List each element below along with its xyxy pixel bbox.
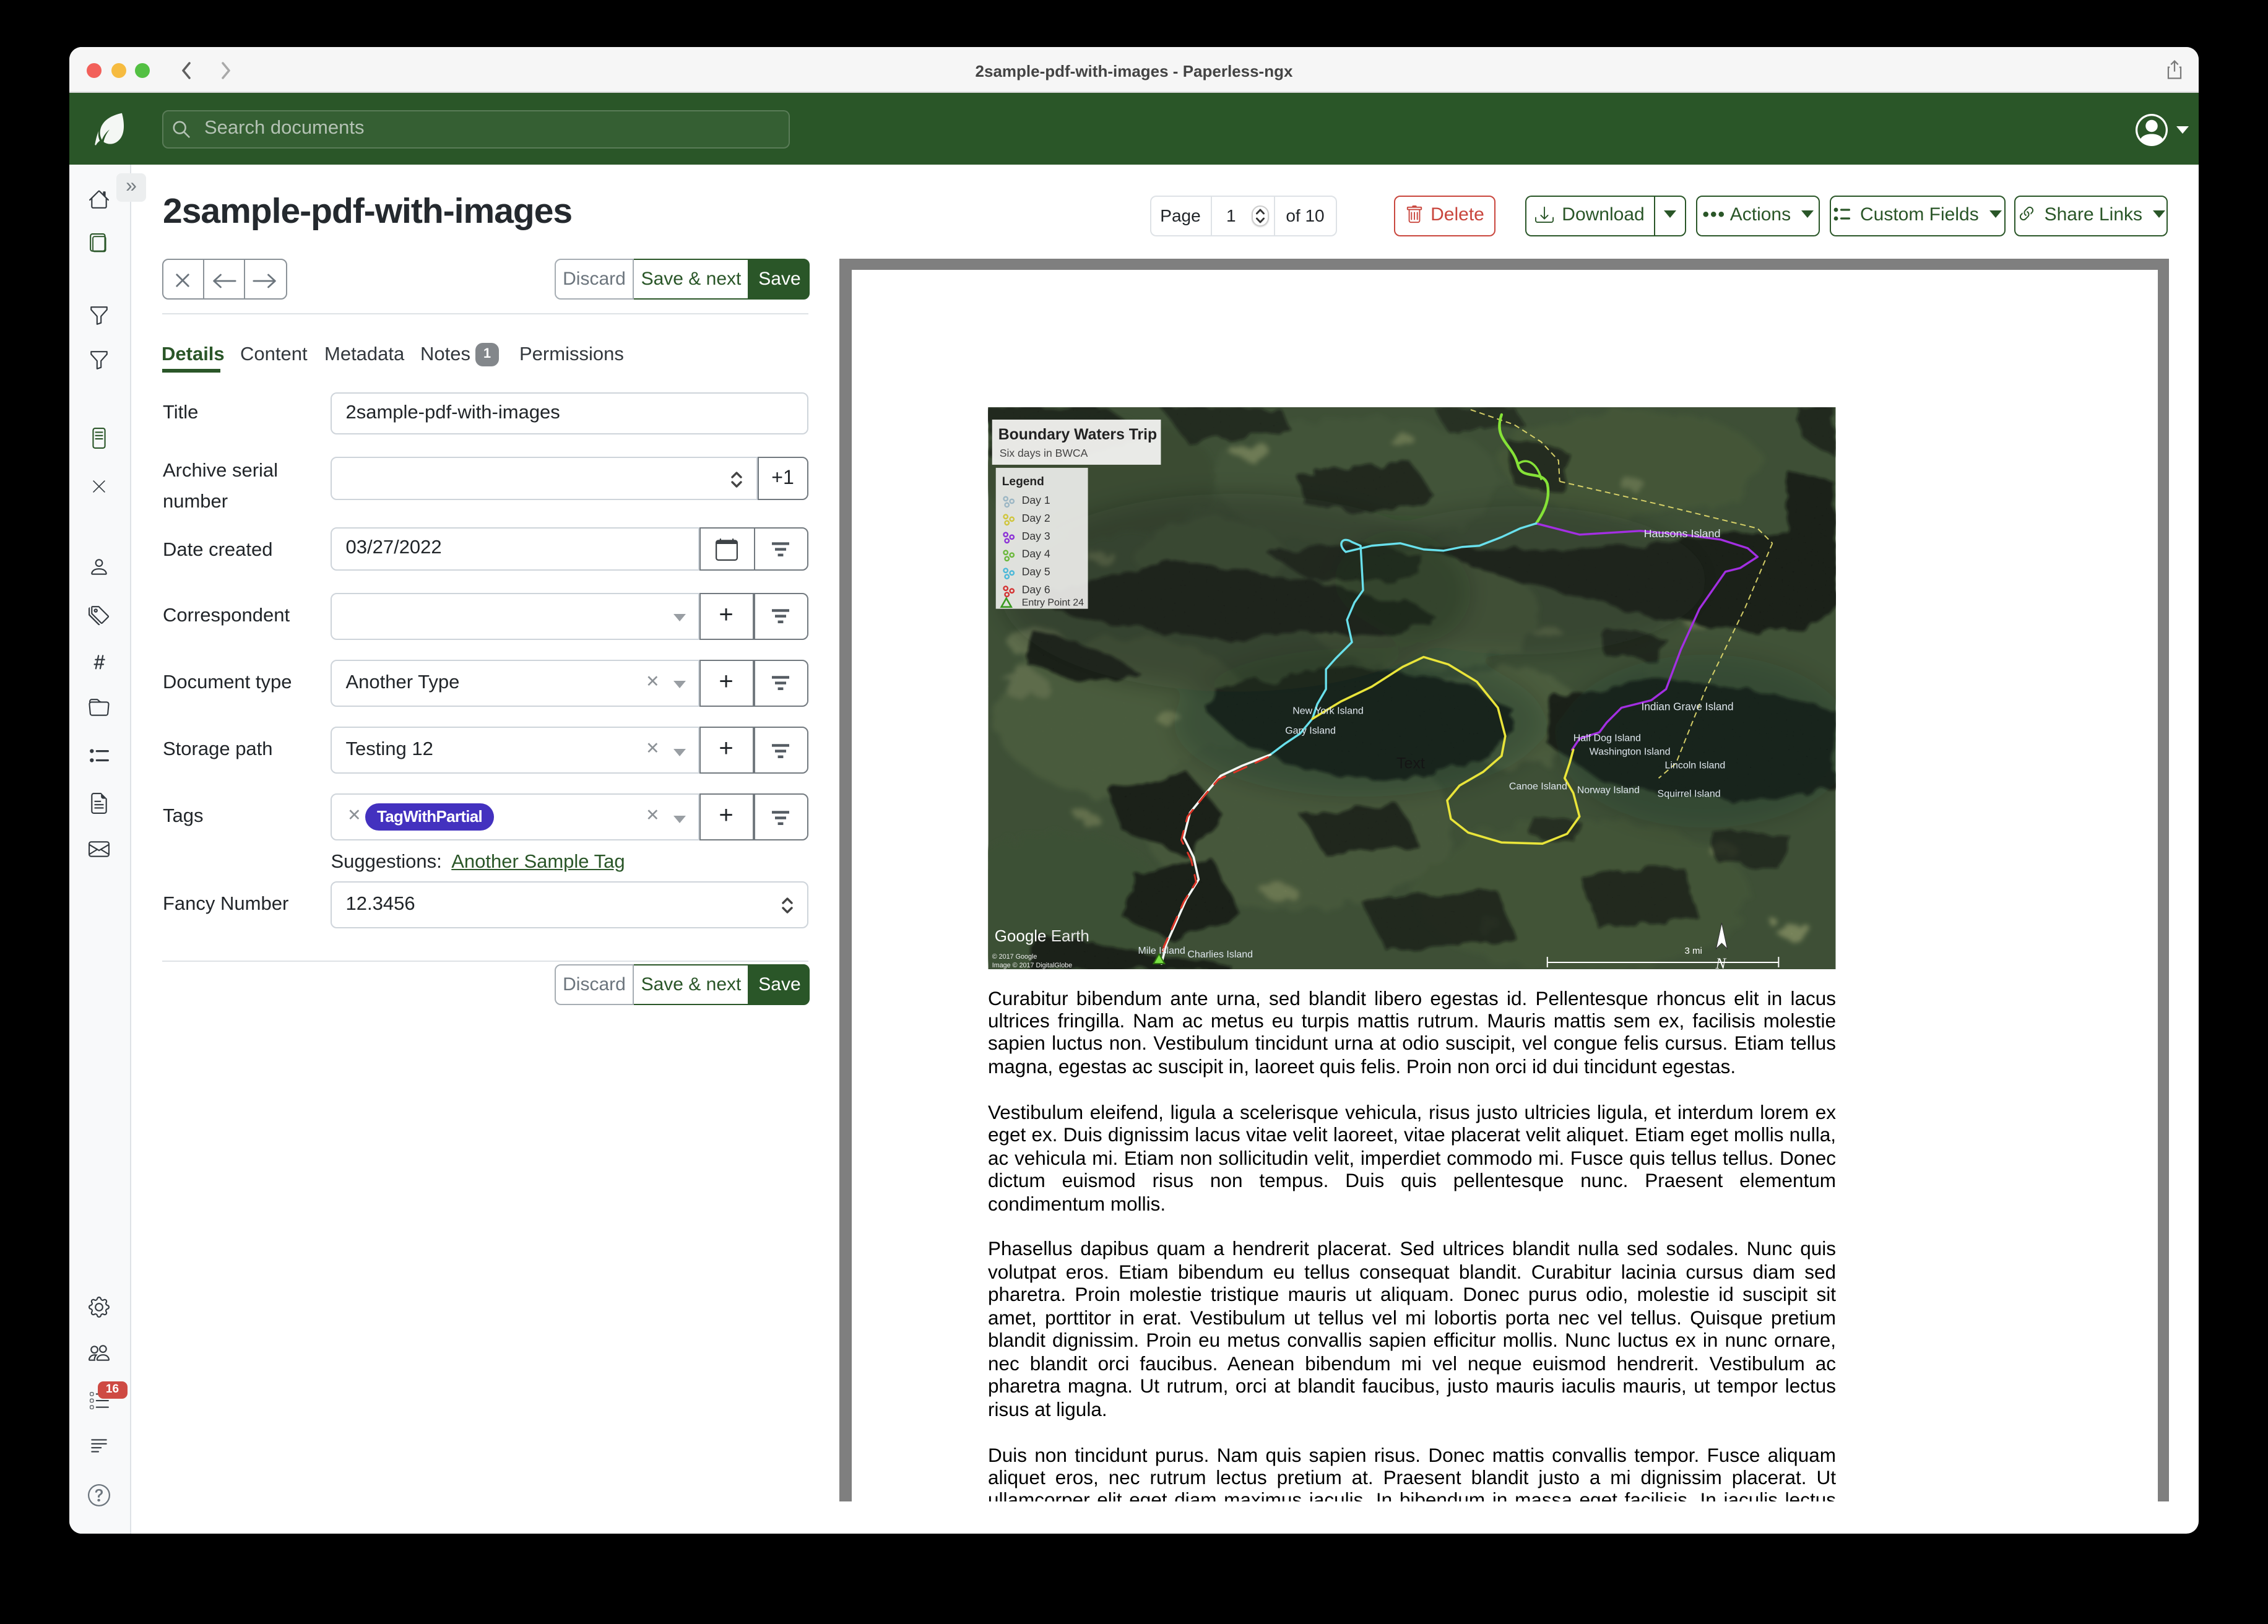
svg-text:New York Island: New York Island — [1292, 705, 1364, 715]
svg-text:Charlies Island: Charlies Island — [1187, 949, 1253, 959]
svg-text:Indian Grave Island: Indian Grave Island — [1642, 699, 1734, 712]
svg-text:Half Dog Island: Half Dog Island — [1573, 732, 1641, 743]
svg-text:Day 1: Day 1 — [1022, 493, 1050, 506]
svg-text:3 mi: 3 mi — [1685, 945, 1702, 956]
svg-text:Boundary Waters Trip: Boundary Waters Trip — [998, 426, 1157, 443]
svg-text:Washington Island: Washington Island — [1590, 746, 1671, 756]
svg-text:Hausons Island: Hausons Island — [1644, 527, 1721, 539]
svg-text:Squirrel Island: Squirrel Island — [1658, 788, 1721, 798]
svg-text:N: N — [1715, 955, 1726, 969]
svg-text:Day 4: Day 4 — [1022, 547, 1050, 559]
svg-text:Entry Point 24: Entry Point 24 — [1022, 597, 1084, 608]
svg-text:Mile Island: Mile Island — [1138, 945, 1185, 956]
svg-text:Gary Island: Gary Island — [1285, 725, 1336, 735]
svg-text:Google Earth: Google Earth — [995, 926, 1089, 944]
svg-text:Norway Island: Norway Island — [1577, 784, 1640, 795]
svg-text:Lincoln Island: Lincoln Island — [1665, 759, 1726, 770]
svg-text:Day 6: Day 6 — [1022, 583, 1050, 595]
svg-text:Six days in BWCA: Six days in BWCA — [1000, 446, 1088, 459]
svg-text:Day 3: Day 3 — [1022, 529, 1050, 542]
svg-text:Day 2: Day 2 — [1022, 511, 1050, 524]
svg-text:© 2017 Google: © 2017 Google — [992, 952, 1037, 960]
svg-text:Legend: Legend — [1002, 475, 1044, 488]
svg-text:Image © 2017 DigitalGlobe: Image © 2017 DigitalGlobe — [992, 961, 1072, 969]
svg-text:Canoe Island: Canoe Island — [1509, 780, 1567, 791]
svg-text:Text: Text — [1396, 754, 1425, 771]
svg-text:Day 5: Day 5 — [1022, 565, 1050, 577]
